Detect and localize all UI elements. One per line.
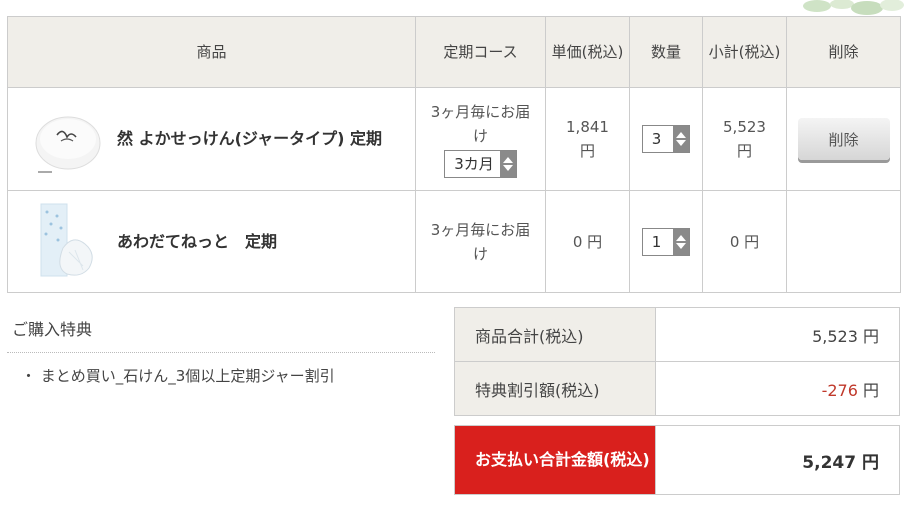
spinner-arrows-icon[interactable] xyxy=(673,228,690,255)
soap-jar-image[interactable] xyxy=(33,101,103,177)
cart-table: 商品 定期コース 単価(税込) 数量 小計(税込) 削除 然 よかせっけん(ジャ… xyxy=(7,16,901,293)
quantity-cell: 3 xyxy=(629,87,703,191)
header-quantity: 数量 xyxy=(629,16,703,88)
subtotal-value: 0 円 xyxy=(729,232,760,251)
header-subtotal: 小計(税込) xyxy=(702,16,787,88)
spinner-arrows-icon[interactable] xyxy=(673,126,690,152)
unit-price-value: 1,841 xyxy=(566,118,609,136)
table-row: あわだてねっと 定期 3ヶ月毎にお届け 0 円 1 0 円 xyxy=(7,190,901,293)
product-cell: あわだてねっと 定期 xyxy=(7,190,416,293)
spinner-arrows-icon[interactable] xyxy=(499,151,516,177)
quantity-stepper[interactable]: 1 xyxy=(641,227,691,256)
totals-table: 商品合計(税込) 5,523 円 特典割引額(税込) -276 円 xyxy=(454,307,900,416)
purchase-benefit: ご購入特典 ・ まとめ買い_石けん_3個以上定期ジャー割引 xyxy=(7,306,435,386)
delete-cell: 削除 xyxy=(786,87,901,191)
discount-label: 特典割引額(税込) xyxy=(454,361,656,416)
course-select[interactable]: 3カ月 xyxy=(444,150,517,178)
foam-net-image[interactable] xyxy=(33,203,103,280)
unit-price-value: 0 円 xyxy=(572,232,603,251)
yen-unit: 円 xyxy=(862,452,879,473)
quantity-value: 3 xyxy=(642,126,674,152)
discount-amount: -276 円 xyxy=(655,361,900,416)
grand-total-label: お支払い合計金額(税込) xyxy=(454,425,656,495)
grand-total-row: お支払い合計金額(税込) 5,247 円 xyxy=(454,425,900,495)
quantity-value: 1 xyxy=(642,228,674,255)
quantity-cell: 1 xyxy=(629,190,703,293)
course-text: 3ヶ月毎にお届け xyxy=(430,103,531,145)
header-course: 定期コース xyxy=(415,16,546,88)
yen-unit: 円 xyxy=(862,326,879,346)
quantity-stepper[interactable]: 3 xyxy=(641,125,691,153)
discount-value: -276 xyxy=(821,380,858,400)
grand-total-amount: 5,247 円 xyxy=(655,425,900,495)
yen-unit: 円 xyxy=(862,380,879,400)
benefit-item: ・ まとめ買い_石けん_3個以上定期ジャー割引 xyxy=(21,367,335,385)
course-select-value: 3カ月 xyxy=(445,151,500,177)
unit-price-cell: 1,841 円 xyxy=(545,87,630,191)
goods-total-value: 5,523 xyxy=(812,326,858,346)
grand-total-value: 5,247 xyxy=(802,452,857,473)
goods-total-row: 商品合計(税込) 5,523 円 xyxy=(454,307,900,362)
table-row: 然 よかせっけん(ジャータイプ) 定期 3ヶ月毎にお届け 3カ月 1,841 円… xyxy=(7,87,901,191)
benefit-title: ご購入特典 xyxy=(7,306,435,353)
course-cell: 3ヶ月毎にお届け 3カ月 xyxy=(415,87,546,191)
subtotal-cell: 0 円 xyxy=(702,190,787,293)
goods-total-amount: 5,523 円 xyxy=(655,307,900,362)
subtotal-value: 5,523 xyxy=(723,118,766,136)
cart-header-row: 商品 定期コース 単価(税込) 数量 小計(税込) 削除 xyxy=(7,16,901,88)
delete-cell xyxy=(786,190,901,293)
goods-total-label: 商品合計(税込) xyxy=(454,307,656,362)
unit-price-cell: 0 円 xyxy=(545,190,630,293)
unit-price-yen: 円 xyxy=(579,142,595,160)
course-text: 3ヶ月毎にお届け xyxy=(430,220,531,263)
product-cell: 然 よかせっけん(ジャータイプ) 定期 xyxy=(7,87,416,191)
subtotal-yen: 円 xyxy=(736,142,752,160)
header-product: 商品 xyxy=(7,16,416,88)
discount-row: 特典割引額(税込) -276 円 xyxy=(454,361,900,416)
header-unit-price: 単価(税込) xyxy=(545,16,630,88)
product-name[interactable]: 然 よかせっけん(ジャータイプ) 定期 xyxy=(117,127,392,151)
product-name[interactable]: あわだてねっと 定期 xyxy=(117,230,287,254)
header-delete: 削除 xyxy=(786,16,901,88)
course-cell: 3ヶ月毎にお届け xyxy=(415,190,546,293)
subtotal-cell: 5,523 円 xyxy=(702,87,787,191)
delete-button[interactable]: 削除 xyxy=(797,118,890,160)
grand-total-table: お支払い合計金額(税込) 5,247 円 xyxy=(454,425,900,495)
